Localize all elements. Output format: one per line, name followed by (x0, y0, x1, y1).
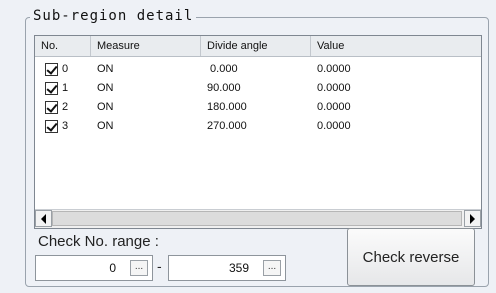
value-cell: 0.0000 (317, 82, 351, 94)
measure-cell: ON (97, 120, 114, 132)
column-header-measure[interactable]: Measure (91, 36, 201, 56)
row-checkbox[interactable] (45, 82, 58, 95)
column-header-value[interactable]: Value (311, 36, 481, 56)
divide-angle-cell: 270.000 (207, 120, 247, 132)
arrow-left-icon (41, 213, 46, 224)
range-from-field[interactable]: 0 ... (35, 255, 153, 281)
arrow-right-icon (470, 213, 475, 224)
scrollbar-thumb[interactable] (52, 211, 462, 226)
panel-title: Sub-region detail (30, 8, 197, 24)
range-to-value: 359 (228, 261, 249, 275)
table-row[interactable]: 1 ON 90.000 0.0000 (35, 79, 481, 98)
column-header-no[interactable]: No. (35, 36, 91, 56)
range-to-browse-button[interactable]: ... (263, 260, 281, 276)
range-from-value: 0 (109, 261, 116, 275)
scroll-right-button[interactable] (464, 210, 481, 227)
table-row[interactable]: 0 ON 0.000 0.0000 (35, 60, 481, 79)
checkmark-icon (46, 120, 58, 132)
scroll-left-button[interactable] (35, 210, 52, 227)
table-row[interactable]: 2 ON 180.000 0.0000 (35, 98, 481, 117)
check-reverse-button[interactable]: Check reverse (347, 228, 475, 286)
row-number: 1 (62, 82, 69, 94)
row-number: 0 (62, 63, 69, 75)
row-checkbox[interactable] (45, 120, 58, 133)
row-number: 2 (62, 101, 69, 113)
value-cell: 0.0000 (317, 101, 351, 113)
table-header: No. Measure Divide angle Value (35, 36, 481, 57)
value-cell: 0.0000 (317, 120, 351, 132)
range-from-browse-button[interactable]: ... (130, 260, 148, 276)
value-cell: 0.0000 (317, 63, 351, 75)
row-checkbox[interactable] (45, 101, 58, 114)
checkmark-icon (46, 101, 58, 113)
horizontal-scrollbar[interactable] (35, 209, 481, 228)
measure-cell: ON (97, 101, 114, 113)
divide-angle-cell: 90.000 (207, 82, 241, 94)
checkmark-icon (46, 82, 58, 94)
column-header-divide-angle[interactable]: Divide angle (201, 36, 311, 56)
check-range-label: Check No. range : (38, 233, 159, 250)
divide-angle-cell: 180.000 (207, 101, 247, 113)
table-row[interactable]: 3 ON 270.000 0.0000 (35, 117, 481, 136)
divide-angle-cell: 0.000 (207, 63, 238, 75)
row-checkbox[interactable] (45, 63, 58, 76)
measure-cell: ON (97, 63, 114, 75)
row-number: 3 (62, 120, 69, 132)
measure-cell: ON (97, 82, 114, 94)
checkmark-icon (46, 63, 58, 75)
range-separator: - (157, 258, 162, 274)
range-to-field[interactable]: 359 ... (168, 255, 286, 281)
sub-region-table: No. Measure Divide angle Value 0 ON 0.00… (34, 35, 482, 229)
